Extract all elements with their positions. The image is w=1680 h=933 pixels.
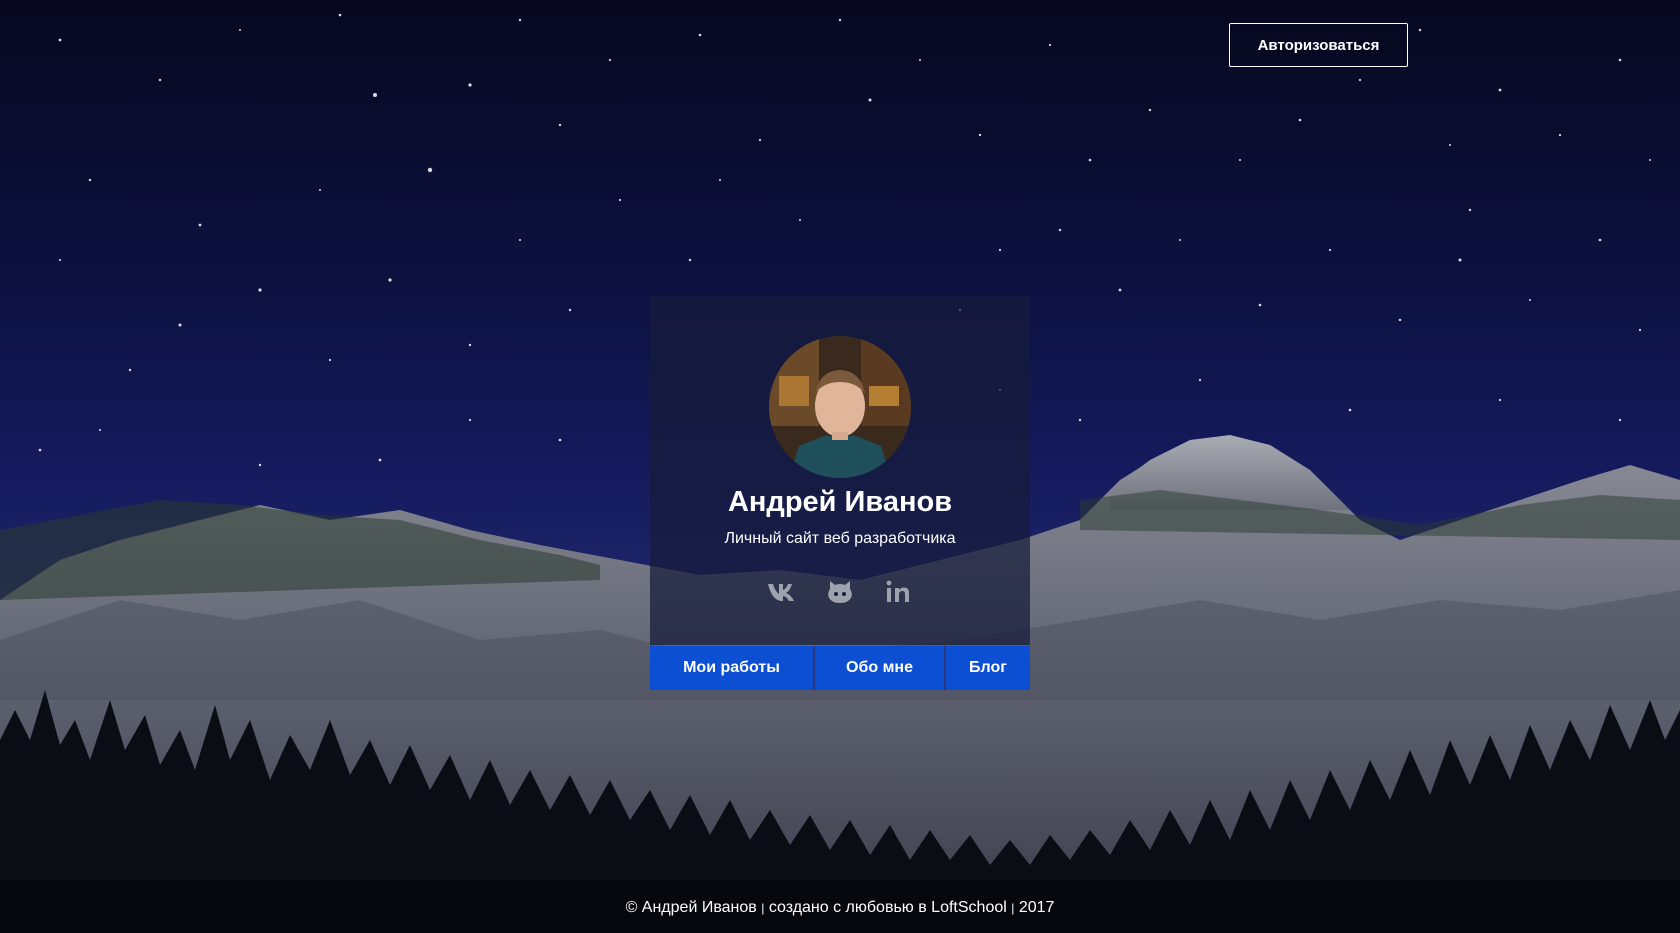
footer: © Андрей Иванов | создано с любовью в Lo… <box>0 899 1680 917</box>
main-nav: Мои работы Обо мне Блог <box>650 646 1030 690</box>
profile-subtitle: Личный сайт веб разработчика <box>724 530 956 547</box>
social-links <box>650 576 1030 608</box>
linkedin-icon <box>886 580 909 602</box>
profile-card: Андрей Иванов Личный сайт веб разработчи… <box>650 296 1030 645</box>
avatar-photo <box>769 336 911 478</box>
authorize-button[interactable]: Авторизоваться <box>1229 23 1408 67</box>
profile-name: Андрей Иванов <box>727 486 953 518</box>
footer-made-with: создано с любовью в LoftSchool <box>768 899 1007 916</box>
footer-copyright: © Андрей Иванов <box>625 899 757 916</box>
footer-separator: | <box>1011 901 1015 915</box>
vk-link[interactable] <box>766 576 798 608</box>
github-link[interactable] <box>824 576 856 608</box>
nav-my-works[interactable]: Мои работы <box>650 646 813 690</box>
github-icon <box>828 581 852 603</box>
background-scene: Авторизоваться Андрей Иванов Личный сайт… <box>0 0 1680 933</box>
nav-about-me[interactable]: Обо мне <box>813 646 944 690</box>
footer-year: 2017 <box>1018 899 1055 916</box>
linkedin-link[interactable] <box>882 576 914 608</box>
avatar <box>769 336 911 478</box>
vk-icon <box>768 584 794 601</box>
footer-separator: | <box>761 901 765 915</box>
nav-blog[interactable]: Блог <box>944 646 1030 690</box>
